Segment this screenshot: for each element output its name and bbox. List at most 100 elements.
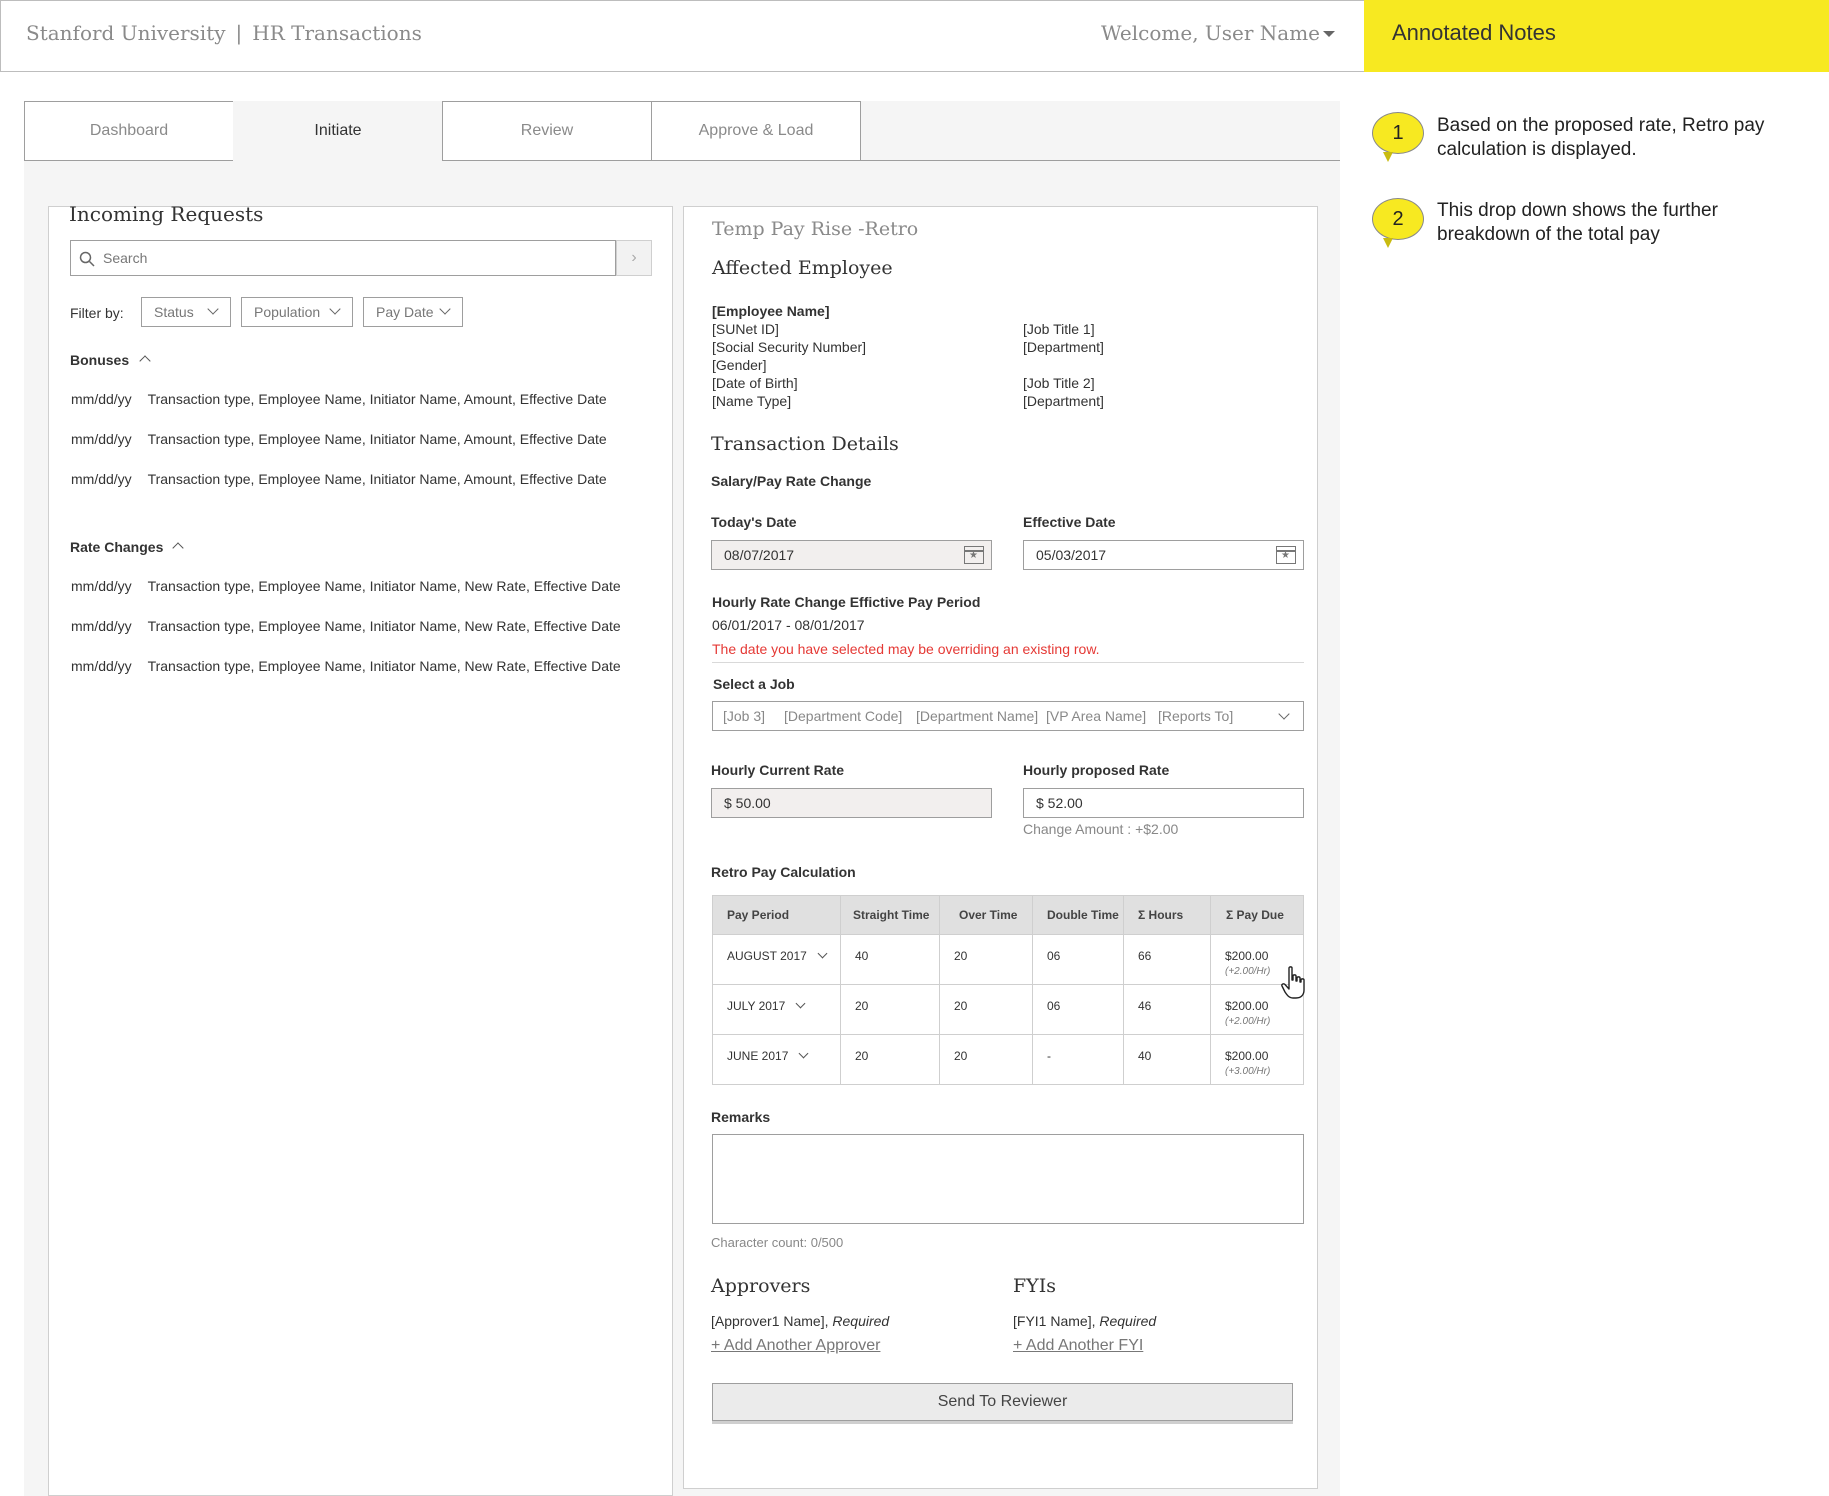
straight-time-cell: 20	[840, 1034, 940, 1085]
current-rate-field: $ 50.00	[711, 788, 992, 818]
request-desc: Transaction type, Employee Name, Initiat…	[147, 471, 607, 487]
pay-period-dropdown[interactable]: AUGUST 2017	[712, 934, 841, 985]
chevron-down-icon	[1278, 708, 1290, 720]
tab-initiate[interactable]: Initiate	[233, 101, 443, 161]
rate-changes-heading: Rate Changes	[70, 539, 164, 555]
add-fyi-link[interactable]: + Add Another FYI	[1013, 1337, 1143, 1355]
request-date: mm/dd/yy	[71, 578, 132, 594]
vp-area-field: [VP Area Name]	[1046, 708, 1147, 724]
calendar-icon	[964, 546, 984, 564]
list-item[interactable]: mm/dd/yy Transaction type, Employee Name…	[71, 431, 607, 447]
search-submit-button[interactable]: ›	[616, 240, 652, 276]
chevron-down-icon[interactable]	[1323, 31, 1335, 37]
pay-rate-delta: (+2.00/Hr)	[1225, 1016, 1271, 1027]
pay-period-dropdown[interactable]: JUNE 2017	[712, 1034, 841, 1085]
chevron-down-icon	[439, 303, 451, 315]
over-time-cell: 20	[939, 1034, 1033, 1085]
salary-change-subheading: Salary/Pay Rate Change	[711, 473, 872, 489]
tab-dashboard[interactable]: Dashboard	[24, 101, 234, 161]
department-name-field: [Department Name]	[916, 708, 1039, 724]
over-time-cell: 20	[939, 984, 1033, 1035]
transaction-form-panel: Temp Pay Rise -Retro Affected Employee […	[683, 206, 1318, 1489]
reports-to-field: [Reports To]	[1158, 708, 1234, 724]
list-item[interactable]: mm/dd/yy Transaction type, Employee Name…	[71, 578, 621, 594]
note-marker-1: 1	[1372, 112, 1424, 162]
list-item[interactable]: mm/dd/yy Transaction type, Employee Name…	[71, 618, 621, 634]
select-job-label: Select a Job	[713, 676, 795, 692]
collapse-bonuses-icon[interactable]	[139, 355, 151, 367]
job-title-1: [Job Title 1]	[1023, 321, 1095, 337]
col-pay-period: Pay Period	[712, 895, 841, 935]
character-count: Character count: 0/500	[711, 1235, 844, 1250]
over-time-cell: 20	[939, 934, 1033, 985]
transaction-details-heading: Transaction Details	[711, 433, 899, 455]
filter-pay-date-label: Pay Date	[376, 304, 434, 320]
filter-population[interactable]: Population	[241, 297, 353, 327]
note-text-2: This drop down shows the further breakdo…	[1437, 200, 1718, 245]
fyi-entry: [FYI1 Name], Required	[1013, 1313, 1156, 1329]
app-brand: Stanford University | HR Transactions	[26, 21, 422, 45]
list-item[interactable]: mm/dd/yy Transaction type, Employee Name…	[71, 658, 621, 674]
ssn: [Social Security Number]	[712, 339, 867, 355]
table-row: JUNE 2017 20 20 - 40 $200.00 (+3.00/Hr)	[712, 1034, 1304, 1085]
calendar-icon[interactable]	[1276, 546, 1296, 564]
note-marker-2: 2	[1372, 198, 1424, 248]
pay-rate-delta: (+3.00/Hr)	[1225, 1066, 1271, 1077]
job-select[interactable]: [Job 3] [Department Code] [Department Na…	[712, 701, 1304, 731]
top-header: Stanford University | HR Transactions Welc…	[0, 0, 1364, 72]
incoming-requests-title: Incoming Requests	[69, 202, 264, 226]
gender: [Gender]	[712, 357, 767, 373]
department-1: [Department]	[1023, 339, 1104, 355]
request-desc: Transaction type, Employee Name, Initiat…	[147, 391, 607, 407]
send-to-reviewer-button[interactable]: Send To Reviewer	[712, 1383, 1293, 1421]
filter-pay-date[interactable]: Pay Date	[363, 297, 463, 327]
double-time-cell: 06	[1032, 984, 1124, 1035]
proposed-rate-input[interactable]: $ 52.00	[1023, 788, 1304, 818]
employee-info-left: [Employee Name] [SUNet ID] [Social Secur…	[712, 302, 866, 410]
effective-date-field[interactable]: 05/03/2017	[1023, 540, 1304, 570]
employee-info-right: [Job Title 1] [Department] [Job Title 2]…	[1023, 320, 1104, 410]
org-name: Stanford University	[26, 21, 226, 45]
name-type: [Name Type]	[712, 393, 792, 409]
app-name: HR Transactions	[252, 21, 422, 45]
list-item[interactable]: mm/dd/yy Transaction type, Employee Name…	[71, 391, 607, 407]
table-row: AUGUST 2017 40 20 06 66 $200.00 (+2.00/Hr…	[712, 934, 1304, 985]
user-menu[interactable]: Welcome, User Name	[1101, 21, 1320, 45]
date-of-birth: [Date of Birth]	[712, 375, 798, 391]
pay-period-value: 06/01/2017 - 08/01/2017	[712, 617, 865, 633]
approver-entry: [Approver1 Name], Required	[711, 1313, 889, 1329]
department-code-field: [Department Code]	[784, 708, 903, 724]
search-input[interactable]: Search	[70, 240, 616, 276]
note-text-1: Based on the proposed rate, Retro pay ca…	[1437, 115, 1765, 160]
pay-due-amount: $200.00	[1225, 999, 1269, 1013]
add-approver-link[interactable]: + Add Another Approver	[711, 1337, 880, 1355]
pay-due-amount: $200.00	[1225, 1049, 1269, 1063]
search-placeholder: Search	[103, 250, 148, 266]
chevron-down-icon	[795, 998, 806, 1009]
col-hours: Σ Hours	[1123, 895, 1211, 935]
hours-cell: 66	[1123, 934, 1211, 985]
hand-cursor-icon	[1281, 966, 1305, 999]
collapse-rate-changes-icon[interactable]	[172, 542, 184, 554]
pay-period-label: Hourly Rate Change Effictive Pay Period	[712, 594, 981, 610]
approver-required: Required	[832, 1313, 890, 1329]
filter-status[interactable]: Status	[141, 297, 231, 327]
header-divider	[0, 71, 1364, 72]
retro-pay-table: Pay Period Straight Time Over Time Doubl…	[712, 895, 1304, 1085]
bonuses-heading: Bonuses	[70, 352, 130, 368]
retro-pay-heading: Retro Pay Calculation	[711, 864, 856, 880]
pay-due-amount: $200.00	[1225, 949, 1269, 963]
fyi-name: [FYI1 Name],	[1013, 1313, 1096, 1329]
request-date: mm/dd/yy	[71, 658, 132, 674]
list-item[interactable]: mm/dd/yy Transaction type, Employee Name…	[71, 471, 607, 487]
chevron-down-icon	[817, 948, 828, 959]
effective-date-label: Effective Date	[1023, 514, 1116, 530]
tab-review[interactable]: Review	[442, 101, 652, 161]
remarks-textarea[interactable]	[712, 1134, 1304, 1224]
search-icon	[79, 251, 95, 267]
proposed-rate-label: Hourly proposed Rate	[1023, 762, 1170, 778]
pay-period-dropdown[interactable]: JULY 2017	[712, 984, 841, 1035]
tab-approve-load[interactable]: Approve & Load	[651, 101, 861, 161]
section-divider	[712, 662, 1304, 663]
fyi-required: Required	[1099, 1313, 1157, 1329]
